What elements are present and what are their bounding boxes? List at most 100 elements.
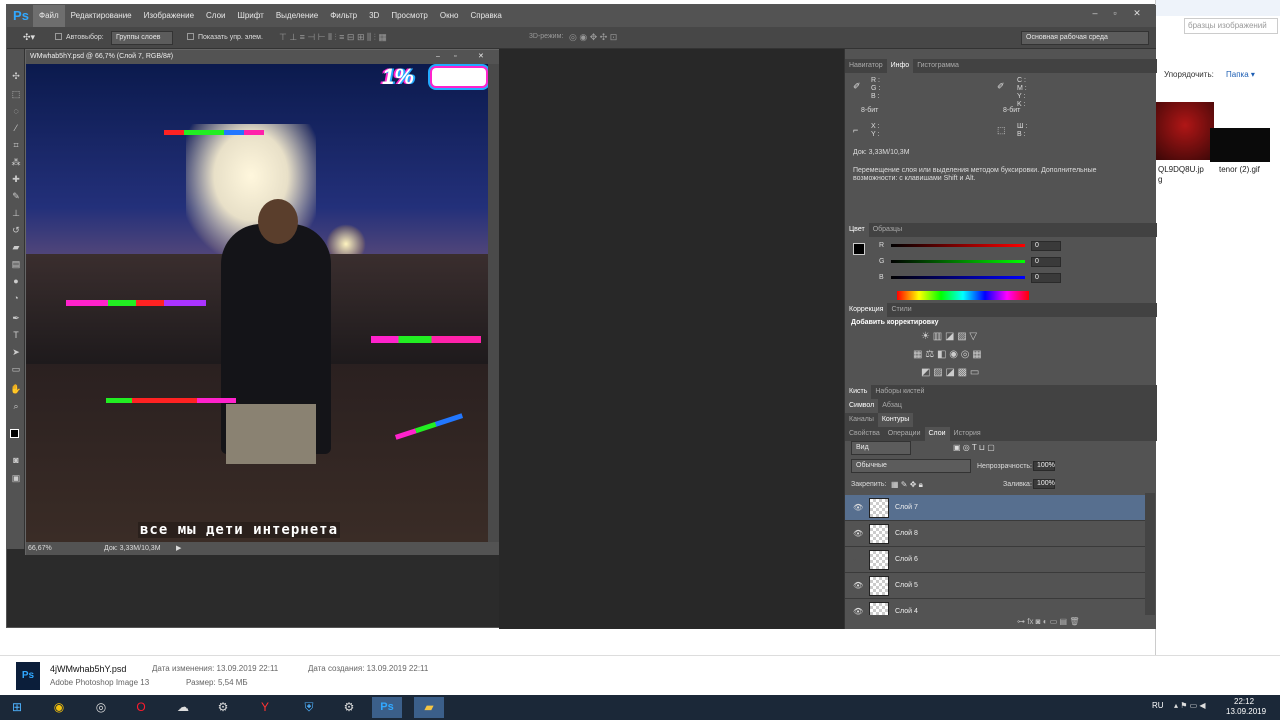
color-foreground-swatch[interactable] <box>853 243 865 255</box>
zoom-readout[interactable]: 66,67% <box>28 542 52 555</box>
tab-paths[interactable]: Контуры <box>877 413 914 427</box>
document-tab[interactable]: WMwhab5hY.psd @ 66,7% (Слой 7, RGB/8#) –… <box>26 50 500 64</box>
menu-select[interactable]: Выделение <box>270 5 324 27</box>
opera-icon[interactable]: O <box>126 697 156 718</box>
file-name[interactable]: QL9DQ8U.jp g <box>1158 165 1204 185</box>
tray-icons[interactable]: ▴ ⚑ ▭ ◀︎ <box>1174 701 1206 710</box>
layer-row[interactable]: 👁︎ Слой 5 <box>845 573 1145 599</box>
sort-label[interactable]: Упорядочить: <box>1164 70 1214 79</box>
tab-styles[interactable]: Стили <box>887 303 915 317</box>
menu-3d[interactable]: 3D <box>363 5 385 27</box>
tab-properties[interactable]: Свойства <box>845 427 884 441</box>
eye-icon[interactable]: 👁︎ <box>853 607 863 615</box>
move-tool-icon[interactable]: ✣▾ <box>23 32 35 43</box>
move-tool-icon[interactable]: ✣ <box>9 69 23 83</box>
eraser-tool-icon[interactable]: ▰ <box>9 240 23 254</box>
eye-hidden-icon[interactable]: ▫ <box>853 555 856 564</box>
file-name[interactable]: tenor (2).gif <box>1219 165 1260 174</box>
blur-tool-icon[interactable]: ● <box>9 274 23 288</box>
photo-canvas[interactable]: 1% все мы дети интернета <box>26 64 488 542</box>
color-spectrum-bar[interactable] <box>897 291 1029 300</box>
tab-brush-presets[interactable]: Наборы кистей <box>871 385 928 399</box>
g-slider[interactable] <box>891 260 1025 263</box>
layer-filter-icons[interactable]: ▣ ◎ T ⊔ ▢ <box>953 443 995 452</box>
clock-date[interactable]: 13.09.2019 <box>1226 707 1266 716</box>
opacity-field[interactable]: 100% <box>1033 461 1055 471</box>
dodge-tool-icon[interactable]: ◔ <box>9 291 23 305</box>
steam-icon[interactable]: ⚙ <box>334 697 364 718</box>
layers-footer-icons[interactable]: ⊶ fx ◙ ◐ ▭ ▤ 🗑︎ <box>1017 617 1080 626</box>
r-value-field[interactable]: 0 <box>1031 241 1061 251</box>
tab-channels[interactable]: Каналы <box>845 413 878 427</box>
chrome-icon[interactable]: ◉ <box>44 697 74 718</box>
magic-wand-icon[interactable]: ⁄ <box>9 121 23 135</box>
tab-brush[interactable]: Кисть <box>845 385 872 399</box>
pen-tool-icon[interactable]: ✒ <box>9 311 23 325</box>
lock-icons[interactable]: ▦ ✎ ✥ 🔒︎ <box>891 480 923 490</box>
folder-dropdown[interactable]: Папка ▾ <box>1226 70 1255 79</box>
stamp-tool-icon[interactable]: ⊥ <box>9 206 23 220</box>
language-indicator[interactable]: RU <box>1152 701 1164 710</box>
maximize-icon[interactable]: ▫ <box>1107 7 1123 19</box>
layer-row[interactable]: 👁︎ Слой 4 <box>845 599 1145 615</box>
fill-field[interactable]: 100% <box>1033 479 1055 489</box>
yandex-icon[interactable]: Y <box>250 697 280 718</box>
autoselect-checkbox[interactable]: Автовыбор: <box>55 33 104 41</box>
quickmask-icon[interactable]: ◙ <box>9 453 23 467</box>
marquee-tool-icon[interactable]: ⬚ <box>9 87 23 101</box>
3d-mode-icons[interactable]: ◎ ◉ ✥ ✣ ⊡ <box>569 32 617 43</box>
layer-row[interactable]: 👁︎ Слой 7 <box>845 495 1145 521</box>
layer-name[interactable]: Слой 8 <box>895 530 918 537</box>
r-slider[interactable] <box>891 244 1025 247</box>
tab-info[interactable]: Инфо <box>886 59 914 73</box>
tab-color[interactable]: Цвет <box>845 223 869 237</box>
tab-character[interactable]: Символ <box>845 399 879 413</box>
clock-time[interactable]: 22:12 <box>1234 697 1254 706</box>
b-value-field[interactable]: 0 <box>1031 273 1061 283</box>
adjustment-icons-row2[interactable]: ▦ ⚖ ◧ ◉ ◎ ▦ <box>913 349 982 360</box>
brush-tool-icon[interactable]: ✎ <box>9 189 23 203</box>
menu-filter[interactable]: Фильтр <box>324 5 363 27</box>
menu-file[interactable]: Файл <box>33 5 65 27</box>
gradient-tool-icon[interactable]: ▤ <box>9 257 23 271</box>
eye-icon[interactable]: 👁︎ <box>853 529 863 538</box>
lasso-tool-icon[interactable]: ◌ <box>9 104 23 118</box>
show-transform-checkbox[interactable]: Показать упр. элем. <box>187 33 263 41</box>
status-arrow-icon[interactable]: ▶ <box>176 542 181 555</box>
eye-icon[interactable]: 👁︎ <box>853 581 863 590</box>
path-select-icon[interactable]: ➤ <box>9 345 23 359</box>
shield-icon[interactable]: ⛨ <box>294 697 324 718</box>
tab-swatches[interactable]: Образцы <box>869 223 906 237</box>
doc-maximize-icon[interactable]: ▫ <box>454 50 456 64</box>
menu-type[interactable]: Шрифт <box>231 5 269 27</box>
layer-name[interactable]: Слой 6 <box>895 556 918 563</box>
shape-tool-icon[interactable]: ▭ <box>9 362 23 376</box>
eye-icon[interactable]: 👁︎ <box>853 503 863 512</box>
type-tool-icon[interactable]: T <box>9 328 23 342</box>
layer-name[interactable]: Слой 4 <box>895 608 918 615</box>
workspace-dropdown[interactable]: Основная рабочая среда <box>1021 31 1149 45</box>
history-brush-icon[interactable]: ↺ <box>9 223 23 237</box>
file-thumbnail[interactable] <box>1210 128 1270 162</box>
tab-adjustments[interactable]: Коррекция <box>845 303 888 317</box>
layer-name[interactable]: Слой 5 <box>895 582 918 589</box>
minimize-icon[interactable]: – <box>1087 7 1103 19</box>
align-icons[interactable]: ⊤ ⊥ ≡ ⊣ ⊢ ⫴ ⫶ ≡ ⊟ ⊞ ⫼ ⫶ ▦ <box>279 32 387 43</box>
eyedropper-icon[interactable]: ⁂ <box>9 155 23 169</box>
screen-mode-icon[interactable]: ▣ <box>9 471 23 485</box>
steam-icon[interactable]: ⚙ <box>208 697 238 718</box>
layer-row[interactable]: ▫ Слой 6 <box>845 547 1145 573</box>
start-button-icon[interactable]: ⊞ <box>2 697 32 718</box>
tab-navigator[interactable]: Навигатор <box>845 59 887 73</box>
g-value-field[interactable]: 0 <box>1031 257 1061 267</box>
system-icon[interactable]: ◎ <box>86 697 116 718</box>
menu-image[interactable]: Изображение <box>138 5 200 27</box>
tab-history[interactable]: История <box>950 427 985 441</box>
doc-close-icon[interactable]: ✕ <box>478 50 484 64</box>
zoom-tool-icon[interactable]: ⌕ <box>9 399 23 413</box>
tab-paragraph[interactable]: Абзац <box>878 399 906 413</box>
tab-layers[interactable]: Слои <box>924 427 950 441</box>
layers-scrollbar[interactable] <box>1145 493 1155 615</box>
menu-layers[interactable]: Слои <box>200 5 231 27</box>
tab-actions[interactable]: Операции <box>884 427 925 441</box>
